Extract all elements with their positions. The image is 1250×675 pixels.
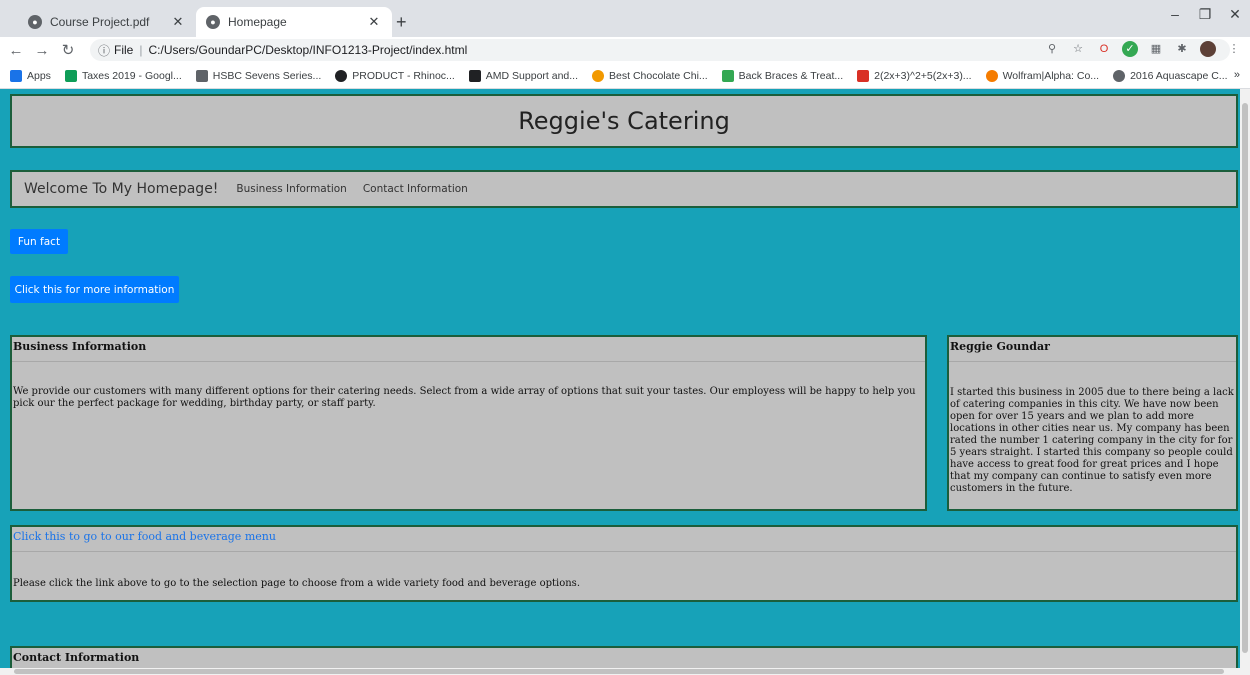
card-heading: Business Information xyxy=(12,337,925,362)
apps-grid-icon xyxy=(10,69,22,82)
bookmark-item[interactable]: Best Chocolate Chi... xyxy=(592,69,708,82)
puzzle-icon[interactable]: ✱ xyxy=(1174,41,1190,57)
close-icon[interactable]: ✕ xyxy=(170,14,186,30)
bookmark-item[interactable]: Wolfram|Alpha: Co... xyxy=(985,69,1100,82)
page-title: Reggie's Catering xyxy=(518,107,730,135)
toolbar: ← → ↻ ⓘ File | C:/Users/GoundarPC/Deskto… xyxy=(0,37,1250,63)
horizontal-scrollbar[interactable] xyxy=(0,668,1240,675)
symbolab-icon xyxy=(857,69,870,82)
menu-card: Click this to go to our food and beverag… xyxy=(10,525,1238,602)
header-panel: Reggie's Catering xyxy=(10,94,1238,148)
close-icon[interactable]: ✕ xyxy=(366,14,382,30)
page-content: Reggie's Catering Welcome To My Homepage… xyxy=(0,89,1240,675)
restore-icon[interactable]: ❐ xyxy=(1190,6,1220,23)
tab-homepage[interactable]: ● Homepage ✕ xyxy=(196,7,392,37)
bookmark-label: Taxes 2019 - Googl... xyxy=(81,69,182,82)
check-extension-icon[interactable]: ✓ xyxy=(1122,41,1138,57)
bookmark-label: Wolfram|Alpha: Co... xyxy=(1002,69,1100,82)
toolbar-icons: ⚲ ☆ O ✓ ▦ ✱ ⋮ xyxy=(1044,41,1242,57)
bookmarks-bar: Apps Taxes 2019 - Googl... HSBC Sevens S… xyxy=(0,63,1250,89)
scrollbar-thumb[interactable] xyxy=(14,669,1224,674)
bookmark-label: 2(2x+3)^2+5(2x+3)... xyxy=(874,69,972,82)
close-window-icon[interactable]: ✕ xyxy=(1220,6,1250,23)
bookmark-label: 2016 Aquascape C... xyxy=(1130,69,1228,82)
tab-title: Homepage xyxy=(228,15,287,29)
forward-icon[interactable]: → xyxy=(32,42,52,59)
more-bookmarks-icon[interactable]: » xyxy=(1234,69,1240,81)
avatar[interactable] xyxy=(1200,41,1216,57)
scrollbar-thumb[interactable] xyxy=(1242,103,1248,653)
globe-icon: ● xyxy=(28,15,42,29)
bookmark-item[interactable]: Taxes 2019 - Googl... xyxy=(64,69,182,82)
bookmark-label: AMD Support and... xyxy=(485,69,579,82)
minimize-icon[interactable]: – xyxy=(1160,6,1190,22)
bookmark-item[interactable]: AMD Support and... xyxy=(468,69,579,82)
globe-icon xyxy=(1113,69,1126,82)
back-icon[interactable]: ← xyxy=(6,42,26,59)
navbar: Welcome To My Homepage! Business Informa… xyxy=(10,170,1238,208)
bookmark-label: Back Braces & Treat... xyxy=(738,69,844,82)
address-url: C:/Users/GoundarPC/Desktop/INFO1213-Proj… xyxy=(148,43,468,57)
bookmark-label: Apps xyxy=(27,69,51,82)
bookmark-label: Best Chocolate Chi... xyxy=(609,69,708,82)
owner-card: Reggie Goundar I started this business i… xyxy=(947,335,1238,511)
reload-icon[interactable]: ↻ xyxy=(58,41,78,59)
bookmark-label: HSBC Sevens Series... xyxy=(212,69,322,82)
bookmark-apps[interactable]: Apps xyxy=(10,69,51,82)
fun-fact-button[interactable]: Fun fact xyxy=(10,229,68,254)
rhino-icon xyxy=(335,69,348,82)
nav-link-contact[interactable]: Contact Information xyxy=(363,183,468,195)
menu-icon[interactable]: ⋮ xyxy=(1226,41,1242,57)
check-mark-icon xyxy=(195,69,208,82)
nav-brand[interactable]: Welcome To My Homepage! xyxy=(24,181,218,197)
card-heading: Reggie Goundar xyxy=(949,337,1236,362)
bookmark-item[interactable]: 2016 Aquascape C... xyxy=(1113,69,1228,82)
tab-title: Course Project.pdf xyxy=(50,15,150,29)
address-separator: | xyxy=(139,43,143,57)
new-tab-icon[interactable]: + xyxy=(396,12,407,33)
card-text: I started this business in 2005 due to t… xyxy=(950,387,1234,494)
vertical-scrollbar[interactable] xyxy=(1240,89,1250,675)
card-text: We provide our customers with many diffe… xyxy=(13,386,916,409)
back-brace-icon xyxy=(721,69,734,82)
amd-icon xyxy=(468,69,481,82)
bookmark-item[interactable]: HSBC Sevens Series... xyxy=(195,69,322,82)
star-icon[interactable]: ☆ xyxy=(1070,41,1086,57)
bookmark-item[interactable]: PRODUCT - Rhinoc... xyxy=(335,69,455,82)
tab-strip: ● Course Project.pdf ✕ ● Homepage ✕ + – … xyxy=(0,0,1250,37)
bookmark-label: PRODUCT - Rhinoc... xyxy=(352,69,455,82)
cookie-icon xyxy=(592,69,605,82)
tab-course-project[interactable]: ● Course Project.pdf ✕ xyxy=(18,7,196,37)
wolfram-icon xyxy=(985,69,998,82)
zoom-icon[interactable]: ⚲ xyxy=(1044,41,1060,57)
pdf-extension-icon[interactable]: ▦ xyxy=(1148,41,1164,57)
nav-link-business[interactable]: Business Information xyxy=(236,183,346,195)
more-info-button[interactable]: Click this for more information xyxy=(10,276,179,303)
browser-window: ● Course Project.pdf ✕ ● Homepage ✕ + – … xyxy=(0,0,1250,675)
business-info-card: Business Information We provide our cust… xyxy=(10,335,927,511)
address-scheme-label: File xyxy=(114,43,134,57)
info-icon[interactable]: ⓘ xyxy=(98,42,110,59)
bookmark-item[interactable]: Back Braces & Treat... xyxy=(721,69,844,82)
menu-link[interactable]: Click this to go to our food and beverag… xyxy=(12,527,1236,552)
card-text: Please click the link above to go to the… xyxy=(13,578,580,589)
sheets-icon xyxy=(64,69,77,82)
bookmark-item[interactable]: 2(2x+3)^2+5(2x+3)... xyxy=(857,69,972,82)
opera-extension-icon[interactable]: O xyxy=(1096,41,1112,57)
globe-icon: ● xyxy=(206,15,220,29)
